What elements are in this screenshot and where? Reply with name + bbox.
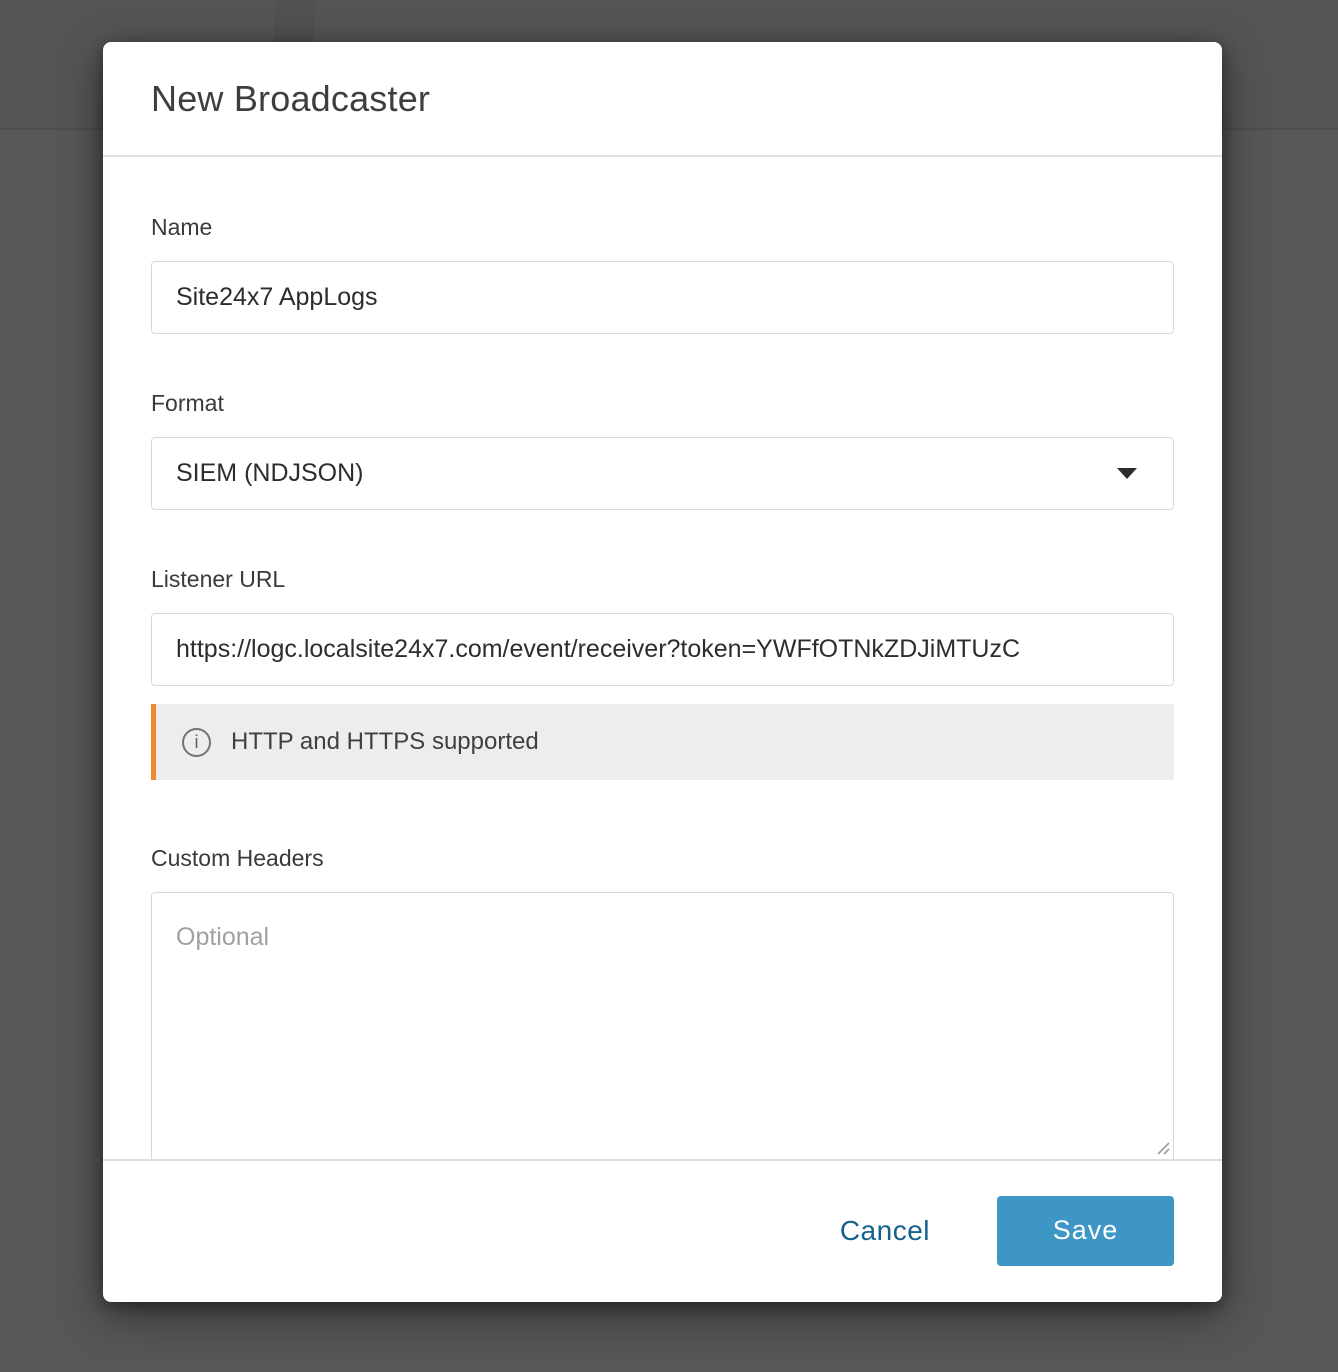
dialog-body[interactable]: Name Format SIEM (NDJSON) Listener URL i… [103, 157, 1222, 1159]
cancel-button[interactable]: Cancel [840, 1215, 930, 1247]
format-label: Format [151, 390, 224, 416]
name-input[interactable] [151, 261, 1174, 334]
listener-url-input[interactable] [151, 613, 1174, 686]
custom-headers-label: Custom Headers [151, 845, 324, 871]
save-button[interactable]: Save [997, 1195, 1174, 1266]
info-banner-text: HTTP and HTTPS supported [231, 728, 539, 755]
format-select-value: SIEM (NDJSON) [176, 459, 364, 487]
dialog-title: New Broadcaster [151, 77, 431, 119]
page-backdrop: New Broadcaster Name Format SIEM (NDJSON… [0, 0, 1338, 1372]
resize-handle-icon[interactable] [1153, 1138, 1171, 1156]
dialog-footer: Cancel Save [103, 1159, 1222, 1300]
info-icon: i [182, 727, 211, 757]
custom-headers-textarea[interactable] [151, 892, 1174, 1159]
listener-url-label: Listener URL [151, 566, 286, 592]
new-broadcaster-dialog: New Broadcaster Name Format SIEM (NDJSON… [103, 42, 1222, 1302]
info-banner: i HTTP and HTTPS supported [151, 704, 1174, 780]
chevron-down-icon [1117, 468, 1137, 479]
name-label: Name [151, 214, 213, 240]
dialog-header: New Broadcaster [103, 42, 1222, 157]
format-select[interactable]: SIEM (NDJSON) [151, 437, 1174, 510]
